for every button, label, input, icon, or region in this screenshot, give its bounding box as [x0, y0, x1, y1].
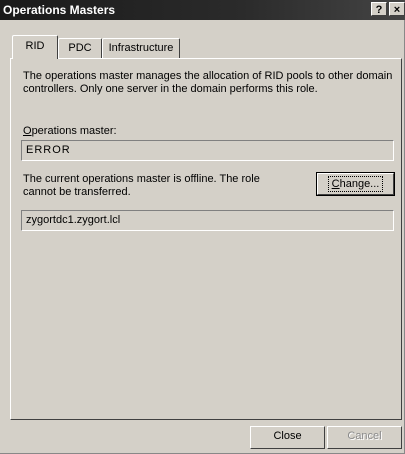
tab-pdc[interactable]: PDC: [58, 38, 102, 58]
operations-master-label-accelerator: O: [23, 125, 32, 137]
close-button[interactable]: Close: [250, 426, 325, 449]
role-description: The operations master manages the alloca…: [23, 70, 393, 95]
rid-tab-panel: [10, 58, 402, 420]
operations-master-field[interactable]: ERROR: [21, 140, 394, 161]
help-icon[interactable]: ?: [371, 2, 387, 16]
tab-rid[interactable]: RID: [12, 35, 58, 59]
cancel-button[interactable]: Cancel: [327, 426, 402, 449]
window-title: Operations Masters: [3, 3, 116, 17]
change-button-label: Change...: [327, 176, 384, 192]
change-button-accelerator: C: [331, 178, 340, 190]
operations-masters-dialog: Operations Masters ? × RID PDC Infrastru…: [0, 0, 405, 454]
offline-message: The current operations master is offline…: [23, 173, 260, 198]
operations-master-label: Operations master:: [23, 125, 223, 138]
operations-master-label-text: perations master:: [31, 125, 117, 137]
target-server-field[interactable]: zygortdc1.zygort.lcl: [21, 210, 394, 231]
change-button-text: hange...: [339, 178, 380, 190]
title-bar: Operations Masters ? ×: [0, 0, 405, 20]
close-icon[interactable]: ×: [389, 2, 405, 16]
tab-infrastructure[interactable]: Infrastructure: [102, 38, 180, 58]
change-button[interactable]: Change...: [316, 172, 395, 196]
